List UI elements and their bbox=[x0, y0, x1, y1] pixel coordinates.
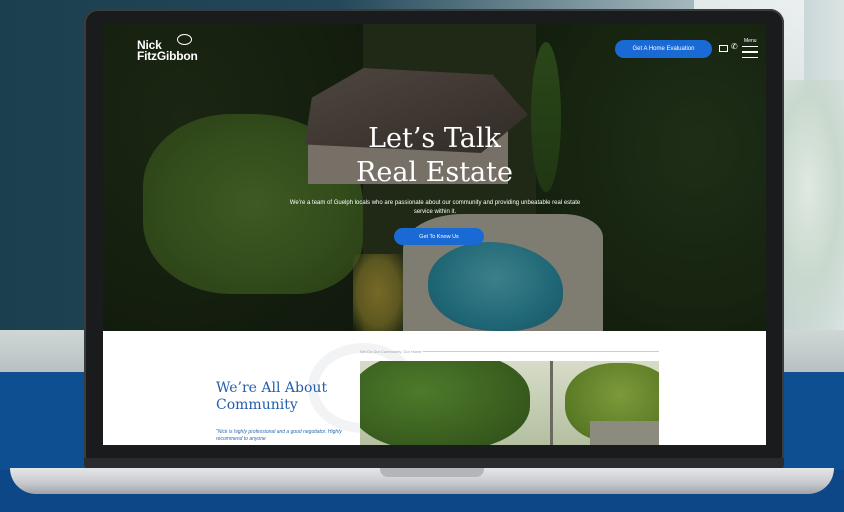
logo-line-2: FitzGibbon bbox=[137, 49, 198, 63]
phone-icon[interactable]: ✆ bbox=[731, 43, 738, 51]
photo-tree-left bbox=[360, 361, 530, 445]
hero-subtitle: We’re a team of Guelph locals who are pa… bbox=[289, 200, 581, 215]
hero-section: Nick FitzGibbon Get A Home Evaluation ✆ … bbox=[103, 24, 766, 331]
photo-building bbox=[590, 421, 659, 445]
website-screen: Nick FitzGibbon Get A Home Evaluation ✆ … bbox=[103, 24, 766, 445]
home-evaluation-button[interactable]: Get A Home Evaluation bbox=[615, 40, 712, 58]
menu-label[interactable]: Menu bbox=[744, 38, 757, 44]
mail-icon[interactable] bbox=[719, 45, 728, 52]
community-section: We’re All About Community "Nick is highl… bbox=[103, 331, 766, 445]
menu-icon[interactable] bbox=[742, 46, 758, 58]
photo-street-pole bbox=[550, 361, 553, 445]
hero-title: Let’s Talk Real Estate bbox=[103, 122, 766, 190]
laptop-base bbox=[10, 468, 834, 494]
speech-bubble-icon bbox=[177, 34, 192, 45]
community-photo bbox=[360, 361, 659, 445]
caption-divider bbox=[423, 351, 659, 352]
testimonial-quote: "Nick is highly professional and a good … bbox=[216, 429, 342, 442]
laptop-notch bbox=[380, 468, 484, 477]
get-to-know-us-button[interactable]: Get To Know Us bbox=[394, 228, 484, 245]
hero-title-line-2: Real Estate bbox=[356, 157, 513, 188]
hero-title-line-1: Let’s Talk bbox=[368, 123, 501, 154]
site-logo[interactable]: Nick FitzGibbon bbox=[137, 34, 198, 63]
photo-caption: We Do Our Community, Our Home bbox=[360, 349, 422, 354]
community-heading: We’re All About Community bbox=[216, 380, 328, 413]
